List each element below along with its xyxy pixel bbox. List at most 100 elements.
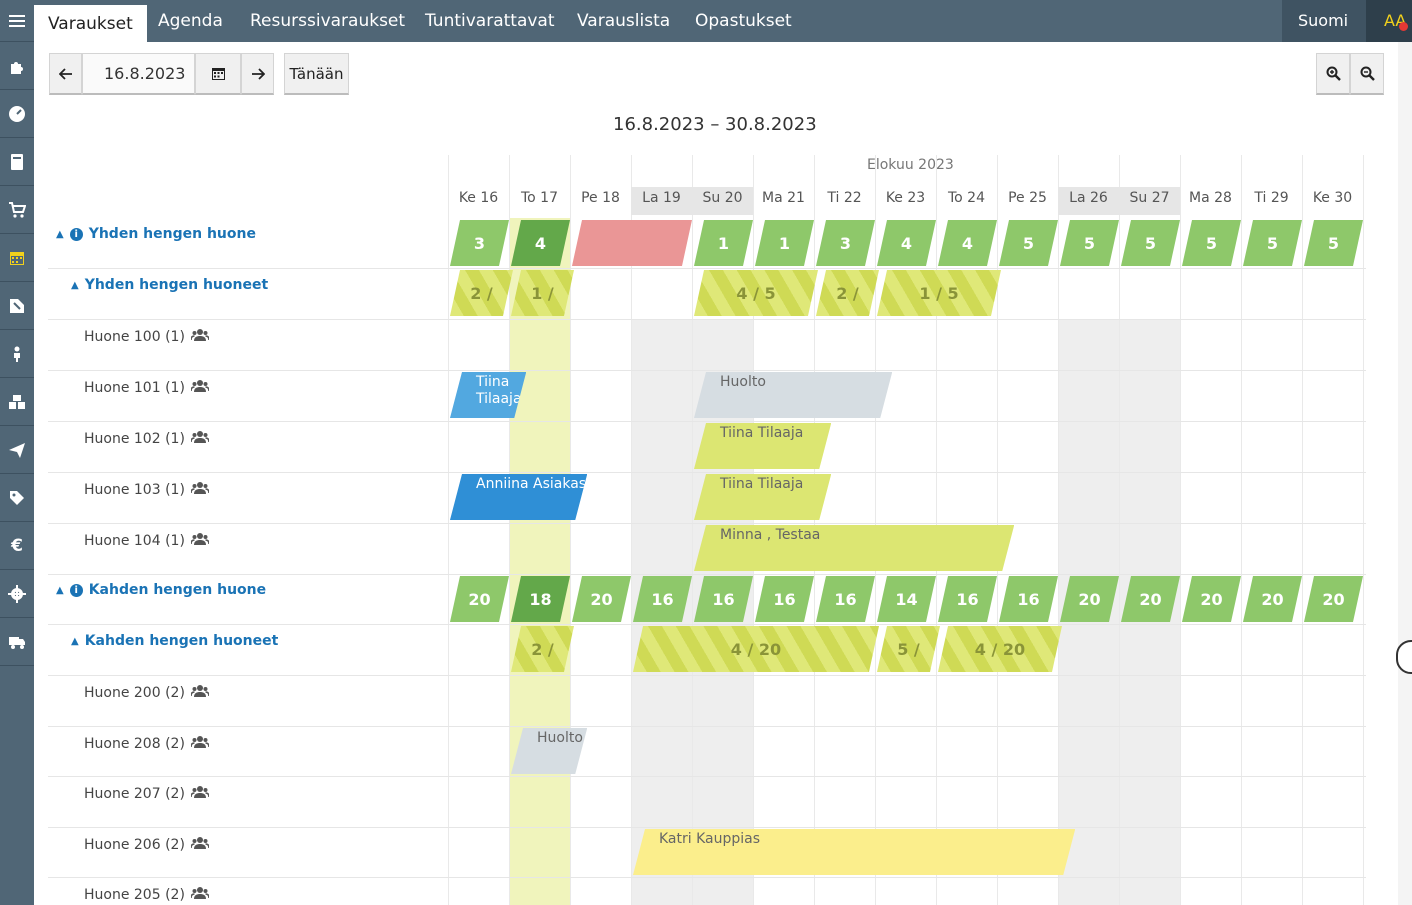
room-row-label[interactable]: Huone 103 (1) [84, 481, 210, 499]
availability-cell[interactable]: 5 [1121, 220, 1180, 266]
utilization-bar[interactable]: 4 / 5 [694, 270, 818, 316]
room-row-label[interactable]: Huone 207 (2) [84, 785, 210, 803]
utilization-bar[interactable]: 4 / 20 [633, 626, 879, 672]
date-input[interactable]: 16.8.2023 [82, 53, 195, 95]
tag-icon[interactable] [0, 474, 34, 522]
day-header[interactable]: Ti 29 [1241, 187, 1302, 215]
room-door-icon[interactable] [0, 282, 34, 330]
availability-cell[interactable]: 5 [1060, 220, 1119, 266]
day-header[interactable]: Ke 23 [875, 187, 936, 215]
availability-cell[interactable]: 5 [1243, 220, 1302, 266]
tab-opastukset[interactable]: Opastukset [695, 0, 792, 42]
day-header[interactable]: Pe 25 [997, 187, 1058, 215]
truck-icon[interactable] [0, 618, 34, 666]
puzzle-icon[interactable] [0, 42, 34, 90]
availability-cell[interactable]: 16 [816, 576, 875, 622]
day-header[interactable]: Ma 28 [1180, 187, 1241, 215]
tab-tuntivarattavat[interactable]: Tuntivarattavat [425, 0, 555, 42]
calendar-icon[interactable] [0, 234, 34, 282]
day-header[interactable]: Ke 16 [448, 187, 509, 215]
day-header[interactable]: Su 20 [692, 187, 753, 215]
availability-cell[interactable]: 20 [450, 576, 509, 622]
booking-block[interactable]: Huolto [511, 728, 587, 774]
utilization-bar[interactable]: 4 / 20 [938, 626, 1062, 672]
availability-cell[interactable]: 5 [1304, 220, 1363, 266]
user-avatar[interactable]: AA [1366, 0, 1412, 42]
tab-agenda[interactable]: Agenda [158, 0, 223, 42]
availability-cell[interactable]: 5 [1182, 220, 1241, 266]
room-row-label[interactable]: Huone 100 (1) [84, 328, 210, 346]
availability-cell-full[interactable] [572, 220, 692, 266]
day-header[interactable]: Ti 22 [814, 187, 875, 215]
availability-cell[interactable]: 4 [877, 220, 936, 266]
availability-cell[interactable]: 3 [816, 220, 875, 266]
availability-cell[interactable]: 20 [572, 576, 631, 622]
caret-up-icon[interactable]: ▲ [56, 585, 64, 596]
day-header[interactable]: La 26 [1058, 187, 1119, 215]
availability-cell[interactable]: 5 [999, 220, 1058, 266]
booking-block[interactable]: Tiina Tilaaja [450, 372, 526, 418]
subgroup-header[interactable]: ▲ Yhden hengen huoneet [71, 277, 268, 293]
utilization-bar[interactable]: 5 / [877, 626, 940, 672]
tab-varauslista[interactable]: Varauslista [577, 0, 670, 42]
day-header[interactable]: Su 27 [1119, 187, 1180, 215]
book-icon[interactable] [0, 138, 34, 186]
send-paper-plane-icon[interactable] [0, 426, 34, 474]
room-row-label[interactable]: Huone 206 (2) [84, 836, 210, 854]
language-selector[interactable]: Suomi ⌵ [1282, 0, 1366, 71]
group-header[interactable]: ▲ i Kahden hengen huone [56, 582, 266, 598]
day-header[interactable]: Pe 18 [570, 187, 631, 215]
day-header[interactable]: To 17 [509, 187, 570, 215]
tab-resurssivaraukset[interactable]: Resurssivaraukset [250, 0, 405, 42]
availability-cell[interactable]: 16 [694, 576, 753, 622]
tab-varaukset[interactable]: Varaukset [34, 5, 147, 42]
utilization-bar[interactable]: 1 / 5 [877, 270, 1001, 316]
room-row-label[interactable]: Huone 101 (1) [84, 379, 210, 397]
utilization-bar[interactable]: 2 / [450, 270, 513, 316]
availability-cell[interactable]: 14 [877, 576, 936, 622]
day-header[interactable]: To 24 [936, 187, 997, 215]
zoom-in-button[interactable] [1316, 53, 1350, 95]
booking-block[interactable]: Minna , Testaa [694, 525, 1014, 571]
availability-cell[interactable]: 3 [450, 220, 509, 266]
availability-cell[interactable]: 20 [1304, 576, 1363, 622]
info-icon[interactable]: i [69, 227, 83, 241]
next-period-button[interactable] [241, 53, 274, 95]
booking-block[interactable]: Anniina Asiakas [450, 474, 587, 520]
availability-cell[interactable]: 20 [1060, 576, 1119, 622]
room-row-label[interactable]: Huone 200 (2) [84, 684, 210, 702]
booking-block[interactable]: Tiina Tilaaja [694, 474, 831, 520]
availability-cell[interactable]: 20 [1121, 576, 1180, 622]
availability-cell[interactable]: 20 [1243, 576, 1302, 622]
utilization-bar[interactable]: 1 / [511, 270, 574, 316]
availability-cell[interactable]: 16 [755, 576, 814, 622]
utilization-bar[interactable]: 2 / [511, 626, 574, 672]
euro-icon[interactable]: € [0, 522, 34, 570]
availability-cell[interactable]: 16 [938, 576, 997, 622]
utilization-bar[interactable]: 2 / [816, 270, 879, 316]
cubes-icon[interactable] [0, 378, 34, 426]
prev-period-button[interactable] [49, 53, 82, 95]
availability-cell[interactable]: 1 [755, 220, 814, 266]
room-row-label[interactable]: Huone 205 (2) [84, 886, 210, 904]
day-header[interactable]: Ma 21 [753, 187, 814, 215]
caret-up-icon[interactable]: ▲ [71, 636, 79, 647]
booking-block[interactable]: Huolto [694, 372, 892, 418]
room-row-label[interactable]: Huone 208 (2) [84, 735, 210, 753]
booking-block[interactable]: Tiina Tilaaja [694, 423, 831, 469]
cart-icon[interactable] [0, 186, 34, 234]
room-row-label[interactable]: Huone 102 (1) [84, 430, 210, 448]
today-button[interactable]: Tänään [284, 53, 349, 95]
zoom-out-button[interactable] [1350, 53, 1384, 95]
availability-cell[interactable]: 1 [694, 220, 753, 266]
calendar-picker-button[interactable] [195, 53, 241, 95]
page-scrollbar[interactable] [1398, 42, 1412, 905]
availability-cell[interactable]: 18 [511, 576, 570, 622]
availability-cell[interactable]: 4 [511, 220, 570, 266]
group-header[interactable]: ▲ i Yhden hengen huone [56, 226, 256, 242]
room-row-label[interactable]: Huone 104 (1) [84, 532, 210, 550]
availability-cell[interactable]: 16 [633, 576, 692, 622]
person-icon[interactable] [0, 330, 34, 378]
hamburger-menu-icon[interactable] [0, 0, 34, 42]
availability-cell[interactable]: 4 [938, 220, 997, 266]
